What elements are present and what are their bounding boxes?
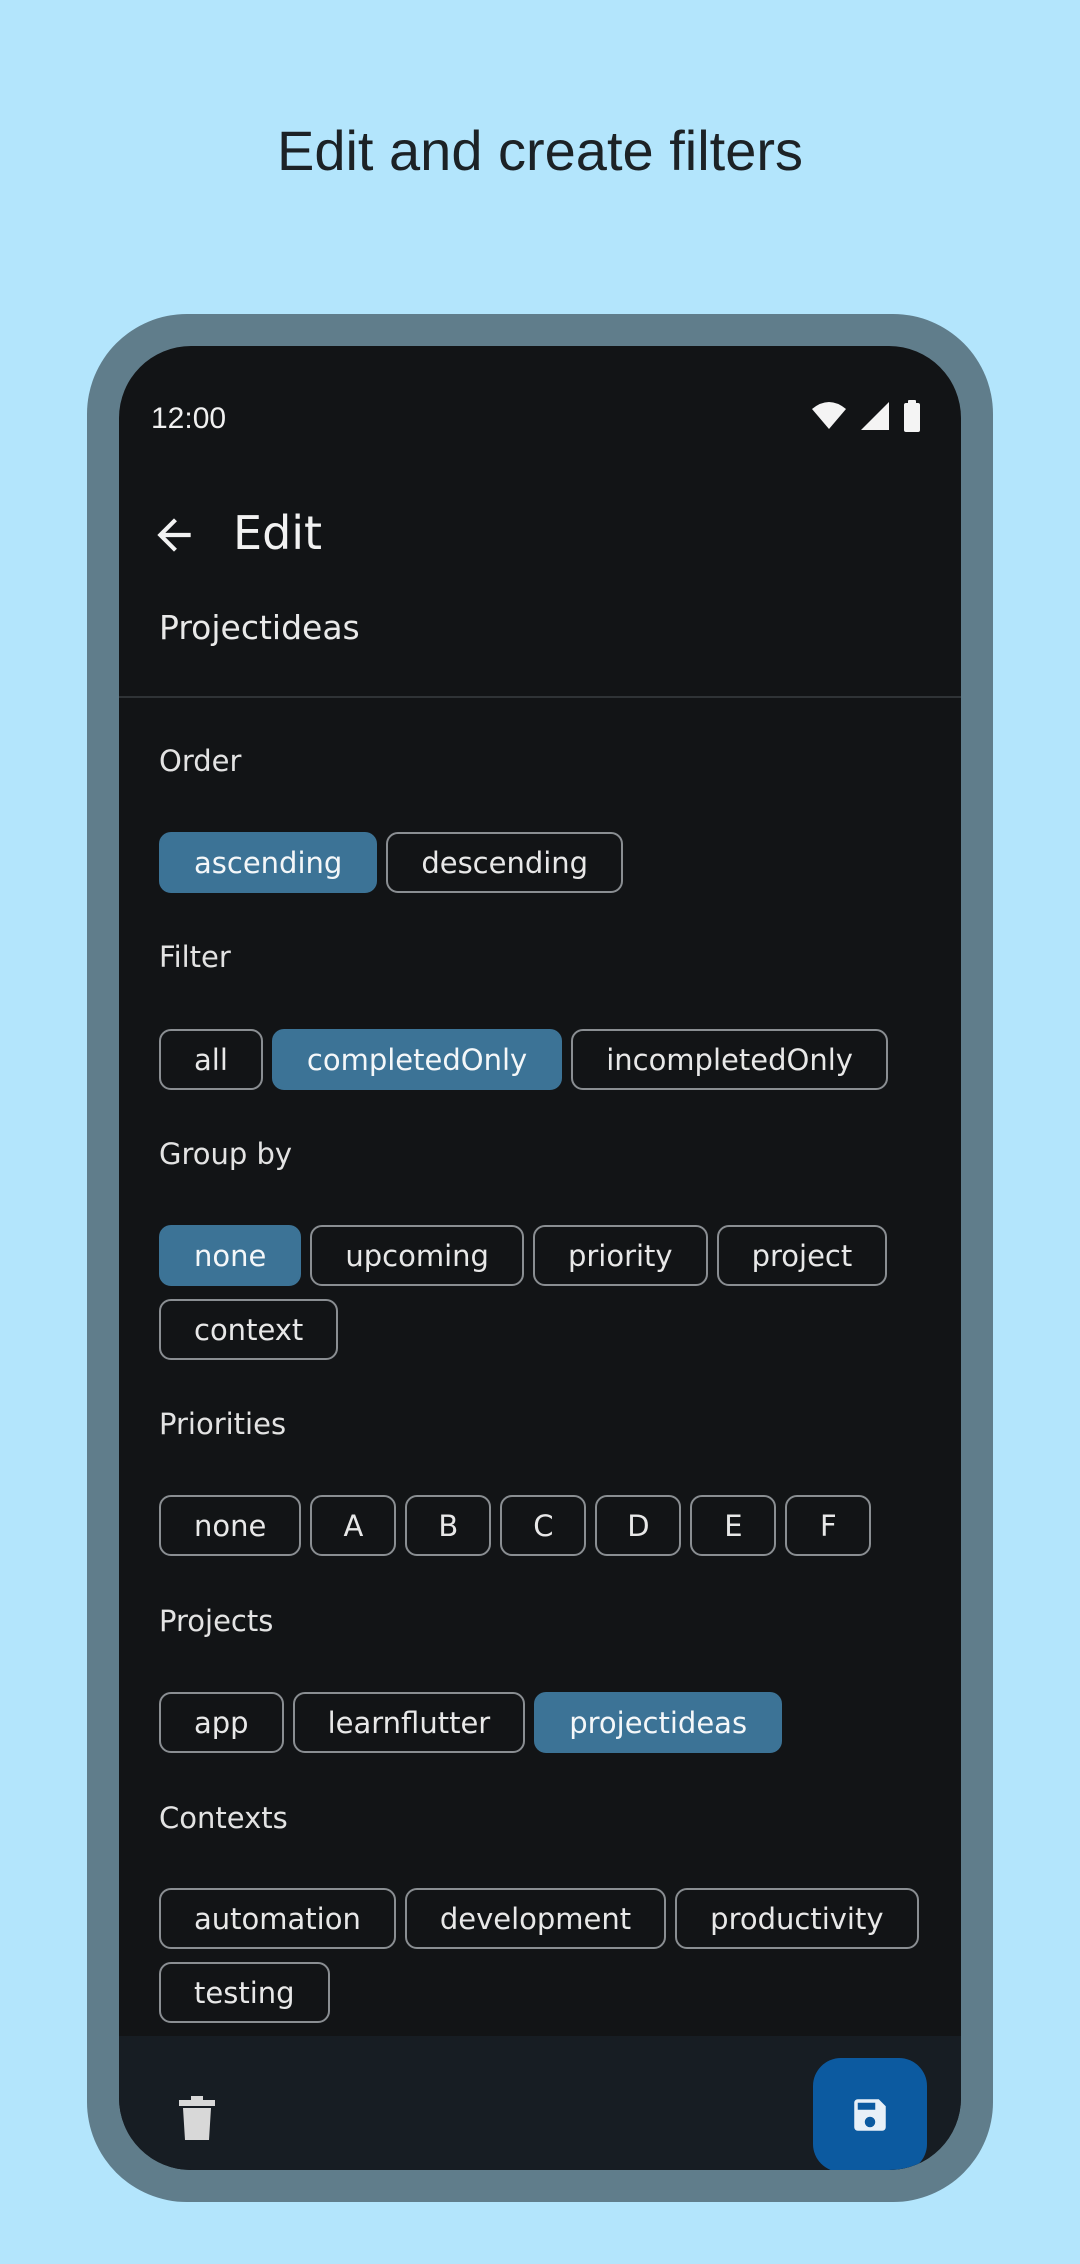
group-by-label: Group by [159,1137,293,1171]
chip-context-automation[interactable]: automation [159,1888,396,1949]
chip-priority-b[interactable]: B [405,1495,492,1556]
filter-name-field[interactable]: Projectideas [159,608,360,647]
contexts-chips: automation development productivity [159,1888,919,1949]
order-label: Order [159,744,242,778]
chip-context-development[interactable]: development [404,1888,667,1949]
chip-descending[interactable]: descending [386,832,624,893]
save-icon [854,2099,886,2131]
order-chips: ascending descending [159,832,624,893]
chip-context-testing[interactable]: testing [159,1962,330,2023]
arrow-back-icon [157,518,191,552]
phone-frame: 12:00 Edit Projectideas Order ascending … [87,314,993,2202]
filter-chips: all completedOnly incompletedOnly [159,1029,888,1090]
chip-priority-none[interactable]: none [159,1495,302,1556]
chip-group-none[interactable]: none [159,1225,302,1286]
page-title: Edit [233,506,323,560]
projects-label: Projects [159,1604,274,1638]
chip-priority-a[interactable]: A [310,1495,397,1556]
chip-priority-d[interactable]: D [595,1495,682,1556]
status-icons [811,400,921,432]
chip-all[interactable]: all [159,1029,263,1090]
filter-label: Filter [159,940,231,974]
app-screen: 12:00 Edit Projectideas Order ascending … [119,346,961,2170]
chip-group-upcoming[interactable]: upcoming [310,1225,524,1286]
delete-button[interactable] [177,2096,217,2140]
chip-group-context[interactable]: context [159,1299,339,1360]
chip-group-project[interactable]: project [716,1225,888,1286]
chip-ascending[interactable]: ascending [159,832,378,893]
priorities-label: Priorities [159,1407,287,1441]
save-button[interactable] [813,2058,927,2170]
chip-incompleted-only[interactable]: incompletedOnly [571,1029,888,1090]
chip-priority-f[interactable]: F [785,1495,872,1556]
chip-context-productivity[interactable]: productivity [675,1888,919,1949]
app-bar: Edit [119,486,961,586]
chip-priority-e[interactable]: E [690,1495,777,1556]
projects-chips: app learnflutter projectideas [159,1692,783,1753]
priorities-chips: none A B C D E F [159,1495,872,1556]
chip-project-learnflutter[interactable]: learnflutter [292,1692,526,1753]
chip-group-priority[interactable]: priority [532,1225,708,1286]
back-button[interactable] [149,510,199,560]
status-time: 12:00 [151,402,227,435]
group-by-chips: none upcoming priority project [159,1225,888,1286]
chip-project-projectideas[interactable]: projectideas [534,1692,783,1753]
chip-priority-c[interactable]: C [500,1495,587,1556]
headline: Edit and create filters [276,119,804,182]
wifi-icon [812,402,846,429]
battery-icon [904,400,920,432]
status-bar: 12:00 [119,346,961,436]
contexts-chips-row2: testing [159,1962,330,2023]
divider [119,696,961,698]
trash-icon [179,2096,215,2140]
chip-completed-only[interactable]: completedOnly [271,1029,563,1090]
chip-project-app[interactable]: app [159,1692,284,1753]
contexts-label: Contexts [159,1801,288,1835]
signal-icon [861,402,889,430]
group-by-chips-row2: context [159,1299,339,1360]
